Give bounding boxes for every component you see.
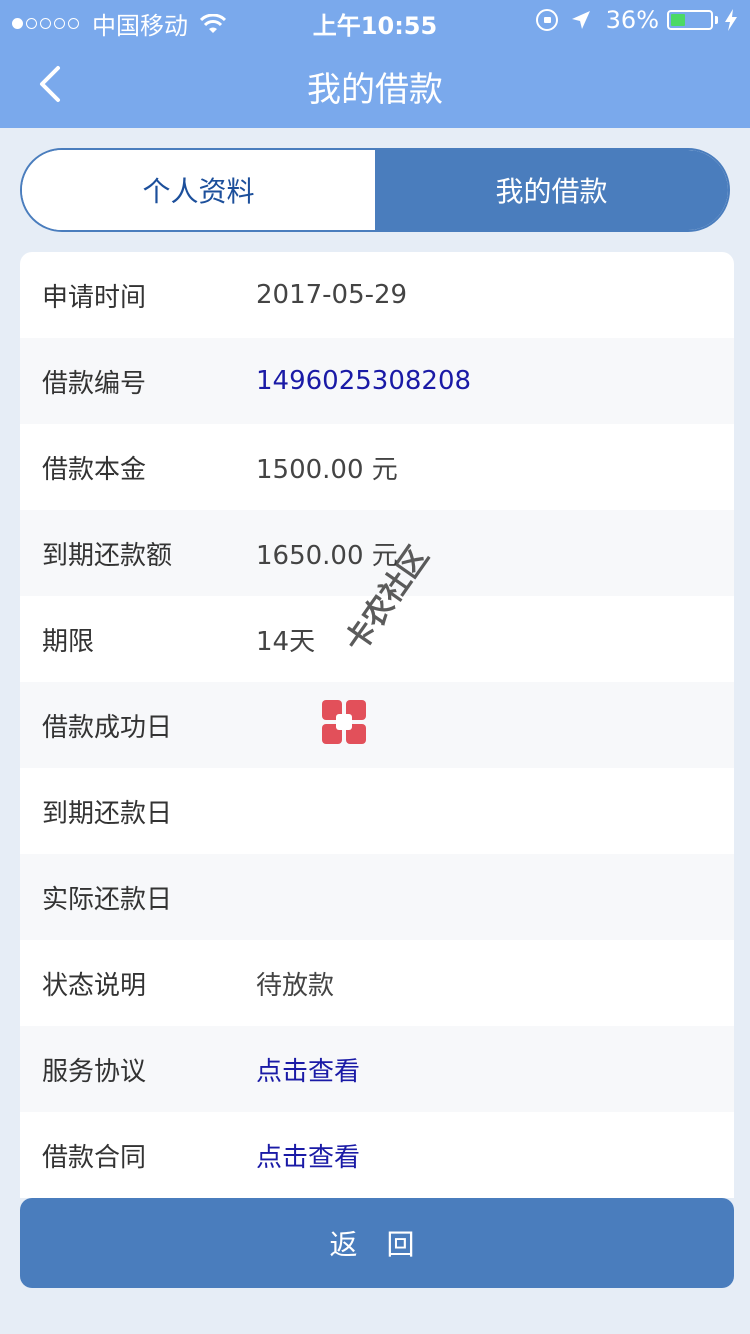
detail-row: 到期还款日 xyxy=(20,768,734,854)
loan-details-card: 申请时间 2017-05-29 借款编号 1496025308208 借款本金 … xyxy=(20,252,734,1198)
detail-value: 2017-05-29 xyxy=(256,280,408,310)
status-bar: 中国移动 上午10:55 36% xyxy=(0,0,750,40)
detail-row: 申请时间 2017-05-29 xyxy=(20,252,734,338)
detail-label: 借款编号 xyxy=(42,368,147,399)
detail-row: 借款本金 1500.00 元 xyxy=(20,424,734,510)
detail-row: 到期还款额 1650.00 元 xyxy=(20,510,734,596)
detail-label: 状态说明 xyxy=(42,970,147,1001)
detail-row: 状态说明 待放款 xyxy=(20,940,734,1026)
tab-personal-info[interactable]: 个人资料 xyxy=(22,150,375,230)
detail-label: 借款本金 xyxy=(42,454,147,485)
detail-row: 借款成功日 xyxy=(20,682,734,768)
detail-label: 借款成功日 xyxy=(42,712,173,743)
battery-percent: 36% xyxy=(605,6,659,34)
detail-label: 服务协议 xyxy=(42,1056,147,1087)
detail-label: 到期还款额 xyxy=(42,540,173,571)
battery-tip xyxy=(715,16,718,24)
charging-bolt-icon xyxy=(725,9,737,31)
detail-value: 1500.00 元 xyxy=(256,454,398,485)
detail-row: 实际还款日 xyxy=(20,854,734,940)
loan-contract-link[interactable]: 点击查看 xyxy=(256,1137,360,1174)
status-right: 36% xyxy=(535,6,738,34)
detail-row: 期限 14天 xyxy=(20,596,734,682)
battery-fill xyxy=(671,14,685,26)
detail-label: 申请时间 xyxy=(42,282,147,313)
segmented-tabs: 个人资料 我的借款 xyxy=(20,148,730,232)
status-description: 待放款 xyxy=(256,970,335,1001)
service-agreement-link[interactable]: 点击查看 xyxy=(256,1051,360,1088)
rotation-lock-icon xyxy=(535,9,558,31)
detail-value: 1650.00 元 xyxy=(256,540,398,571)
detail-label: 实际还款日 xyxy=(42,884,173,915)
location-arrow-icon xyxy=(571,11,590,29)
return-button[interactable]: 返 回 xyxy=(20,1198,734,1288)
detail-label: 期限 xyxy=(42,626,95,657)
tab-my-loans[interactable]: 我的借款 xyxy=(375,150,728,230)
detail-row: 服务协议 点击查看 xyxy=(20,1026,734,1112)
detail-label: 借款合同 xyxy=(42,1142,147,1173)
detail-row: 借款编号 1496025308208 xyxy=(20,338,734,424)
detail-label: 到期还款日 xyxy=(42,798,173,829)
detail-value: 14天 xyxy=(256,626,316,657)
battery-icon xyxy=(667,10,713,30)
detail-row: 借款合同 点击查看 xyxy=(20,1112,734,1198)
page-title: 我的借款 xyxy=(307,70,443,110)
loan-number-link[interactable]: 1496025308208 xyxy=(256,366,471,396)
nav-bar: 我的借款 xyxy=(0,40,750,128)
